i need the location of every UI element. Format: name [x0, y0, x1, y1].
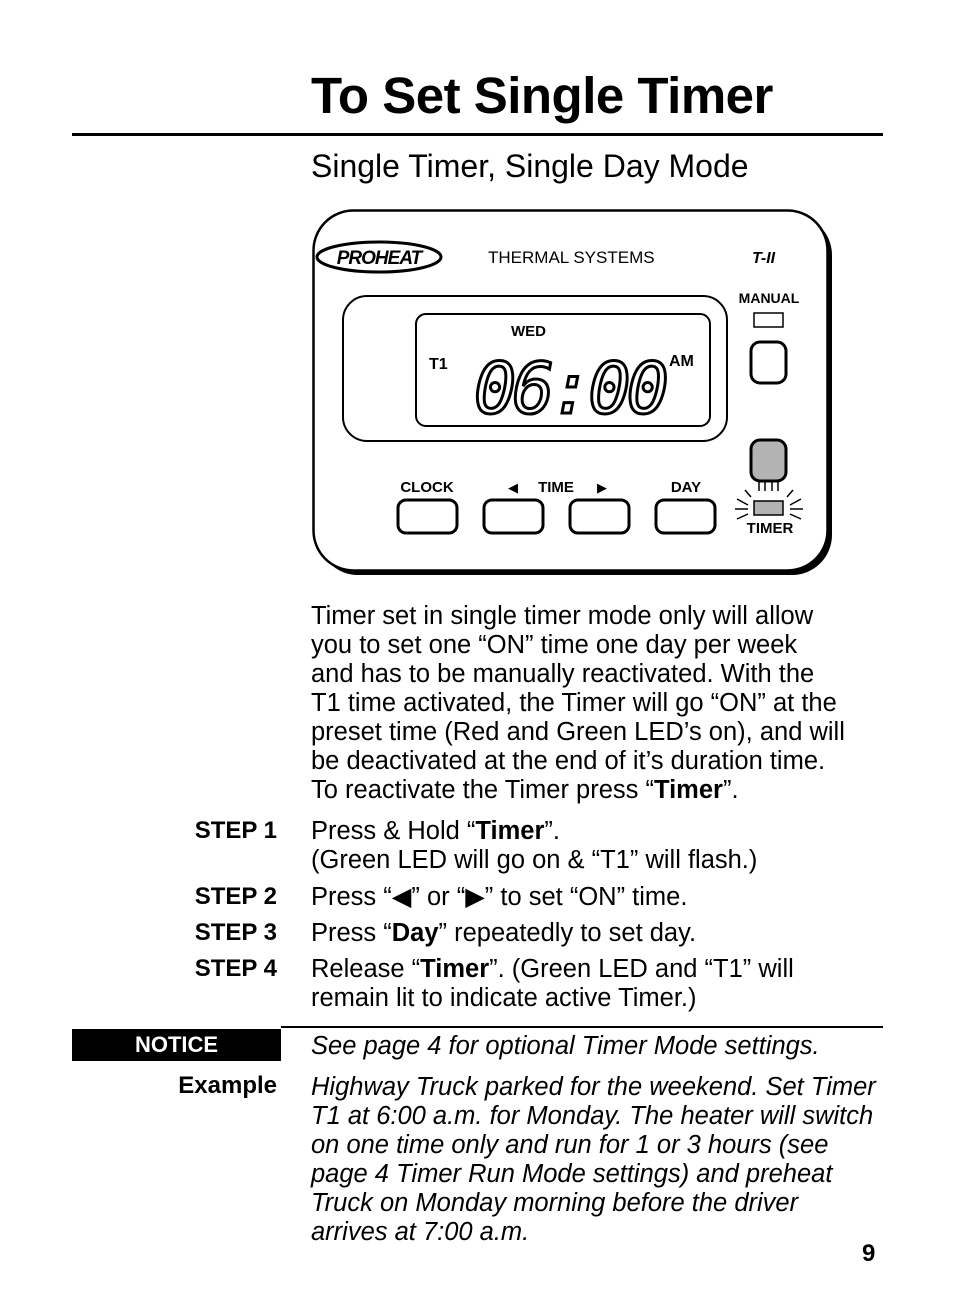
bold-text: Timer — [420, 955, 490, 983]
text: Press “◀” or “▶” to set “ON” time. — [311, 883, 688, 911]
timer-device-illustration: PROHEAT THERMAL SYSTEMS T-II WED T1 06:0… — [312, 209, 832, 575]
day-label: DAY — [671, 479, 701, 496]
time-back-button[interactable] — [482, 498, 545, 535]
text: ”. — [722, 776, 739, 804]
manual-label: MANUAL — [739, 290, 800, 306]
step-1-label: STEP 1 — [194, 817, 277, 844]
intro-line: be deactivated at the end of it’s durati… — [311, 747, 826, 775]
section-subtitle: Single Timer, Single Day Mode — [311, 148, 749, 184]
example-line: page 4 Timer Run Mode settings) and preh… — [311, 1160, 833, 1188]
time-label: TIME — [538, 479, 574, 496]
lcd-time: 06:00 — [474, 348, 666, 430]
example-text: Highway Truck parked for the weekend. Se… — [311, 1073, 876, 1247]
step-3-text: Press “Day” repeatedly to set day. — [311, 919, 696, 948]
manual-led — [753, 312, 784, 328]
right-arrow-icon: ▶ — [597, 480, 607, 495]
lcd-program: T1 — [429, 356, 448, 373]
intro-line: T1 time activated, the Timer will go “ON… — [311, 689, 837, 717]
example-line: on one time only and run for 1 or 3 hour… — [311, 1131, 829, 1159]
example-line: Truck on Monday morning before the drive… — [311, 1189, 799, 1217]
bold-text: Timer — [475, 817, 545, 845]
timer-led — [753, 500, 784, 516]
intro-line: Timer set in single timer mode only will… — [311, 602, 814, 630]
intro-line: preset time (Red and Green LED’s on), an… — [311, 718, 845, 746]
clock-label: CLOCK — [400, 479, 453, 496]
title-rule — [72, 133, 883, 136]
timer-label: TIMER — [747, 520, 794, 537]
text: Release “ — [311, 955, 421, 983]
text: ” repeatedly to set day. — [438, 919, 697, 947]
time-forward-button[interactable] — [568, 498, 631, 535]
notice-rule — [281, 1026, 883, 1028]
text: To reactivate the Timer press “ — [311, 776, 654, 804]
text: ”. (Green LED and “T1” will — [489, 955, 794, 983]
step-4-label: STEP 4 — [194, 955, 277, 982]
intro-line: and has to be manually reactivated. With… — [311, 660, 815, 688]
example-label: Example — [178, 1072, 277, 1099]
step-4-text: Release “Timer”. (Green LED and “T1” wil… — [311, 955, 794, 1013]
manual-page: To Set Single Timer Single Timer, Single… — [0, 0, 954, 1312]
clock-button[interactable] — [396, 498, 459, 535]
brand-logo-text: PROHEAT — [337, 248, 424, 269]
manual-button[interactable] — [749, 340, 788, 385]
model-label: T-II — [752, 250, 776, 267]
brand-tagline: THERMAL SYSTEMS — [488, 248, 655, 267]
text: remain lit to indicate active Timer.) — [311, 984, 697, 1012]
day-button[interactable] — [654, 498, 717, 535]
lcd-ampm: AM — [669, 353, 694, 370]
page-title: To Set Single Timer — [311, 67, 773, 124]
step-2-text: Press “◀” or “▶” to set “ON” time. — [311, 883, 687, 912]
page-number: 9 — [862, 1240, 876, 1267]
timer-button[interactable] — [749, 438, 788, 483]
intro-line: To reactivate the Timer press “Timer”. — [311, 776, 845, 805]
intro-line: you to set one “ON” time one day per wee… — [311, 631, 798, 659]
step-3-label: STEP 3 — [194, 919, 277, 946]
intro-paragraph: Timer set in single timer mode only will… — [311, 602, 845, 805]
lcd-day: WED — [511, 323, 546, 340]
text: Press “ — [311, 919, 392, 947]
bold-text: Timer — [653, 776, 723, 804]
left-arrow-icon: ◀ — [508, 480, 518, 495]
proheat-logo: PROHEAT — [315, 240, 443, 274]
step-2-label: STEP 2 — [194, 883, 277, 910]
step-1-text: Press & Hold “Timer”. (Green LED will go… — [311, 817, 757, 875]
text: (Green LED will go on & “T1” will flash.… — [311, 846, 758, 874]
bold-text: Day — [391, 919, 439, 947]
notice-label: NOTICE — [72, 1029, 281, 1061]
example-line: arrives at 7:00 a.m. — [311, 1218, 530, 1246]
text: Press & Hold “ — [311, 817, 476, 845]
notice-text: See page 4 for optional Timer Mode setti… — [311, 1032, 820, 1060]
example-line: Highway Truck parked for the weekend. Se… — [311, 1073, 876, 1101]
text: ”. — [544, 817, 560, 845]
example-line: T1 at 6:00 a.m. for Monday. The heater w… — [311, 1102, 874, 1130]
